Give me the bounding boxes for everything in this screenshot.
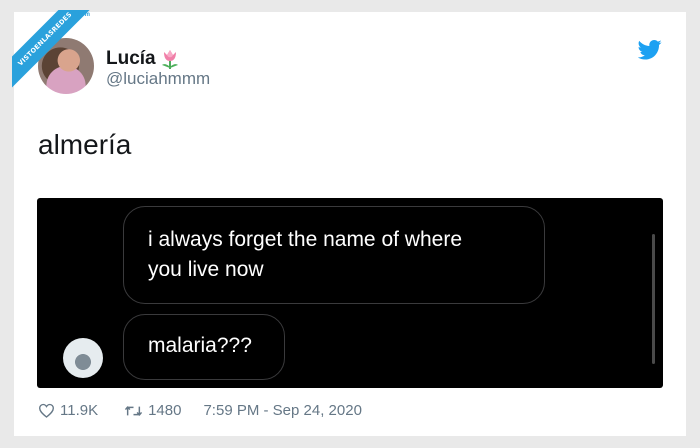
display-name[interactable]: Lucía [106,48,156,70]
tulip-emoji-icon [161,50,178,69]
chat-avatar [63,338,103,378]
like-count: 11.9K [60,402,99,419]
message-line: i always forget the name of where [148,228,462,251]
author-name-row[interactable]: Lucía [106,48,180,70]
like-stat[interactable]: 11.9K [38,402,98,419]
message-line: you live now [148,258,264,281]
watermark-text: VISTOENLASREDES [16,10,74,68]
scrollbar[interactable] [652,234,655,364]
watermark-band: VISTOENLASREDES [12,10,104,100]
watermark-suffix: .com [76,12,91,18]
retweet-icon [125,405,143,416]
message-line: malaria??? [148,334,252,357]
retweet-stat[interactable]: 1480 [124,402,181,419]
watermark-ribbon: VISTOENLASREDES .com [12,10,104,102]
tweet-footer: 11.9K 1480 7:59 PM - Sep 24, 2020 [38,402,362,419]
twitter-bird-icon[interactable] [638,40,662,60]
timestamp[interactable]: 7:59 PM - Sep 24, 2020 [203,402,361,419]
tweet-text: almería [38,129,132,160]
author-handle[interactable]: @luciahmmm [106,69,210,89]
message-bubble: i always forget the name of where you li… [123,206,545,304]
tweet-media-screenshot[interactable]: i always forget the name of where you li… [37,198,663,388]
message-bubble: malaria??? [123,314,285,380]
heart-icon [38,403,55,418]
tweet-card: VISTOENLASREDES .com Lucía @luciahmmm al… [12,10,686,436]
retweet-count: 1480 [148,402,182,419]
